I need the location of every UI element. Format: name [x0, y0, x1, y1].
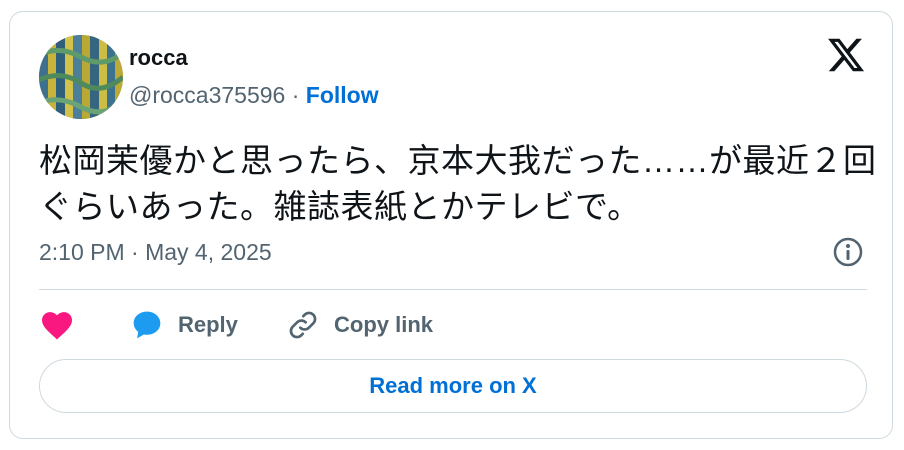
- author-handle-row: @rocca375596 · Follow: [129, 82, 379, 109]
- copy-link-label: Copy link: [334, 312, 434, 337]
- speech-bubble-icon: [133, 311, 161, 339]
- follow-button[interactable]: Follow: [306, 82, 379, 108]
- heart-icon: [42, 312, 72, 340]
- link-icon: [289, 311, 317, 339]
- avatar-image: [39, 35, 123, 119]
- tweet-card: rocca @rocca375596 · Follow 松岡茉優かと思ったら、京…: [9, 11, 893, 439]
- author-display-name[interactable]: rocca: [129, 45, 188, 71]
- like-button[interactable]: [40, 307, 74, 343]
- copy-link-button[interactable]: Copy link: [286, 307, 433, 343]
- x-logo-icon[interactable]: [825, 35, 867, 75]
- handle-separator: ·: [291, 82, 300, 108]
- author-handle[interactable]: @rocca375596: [129, 82, 285, 108]
- tweet-text: 松岡茉優かと思ったら、京本大我だった……が最近２回ぐらいあった。雑誌表紙とかテレ…: [39, 142, 877, 225]
- reply-button[interactable]: Reply: [130, 307, 238, 343]
- read-more-button[interactable]: Read more on X: [39, 359, 867, 413]
- info-icon[interactable]: [832, 236, 864, 268]
- tweet-timestamp[interactable]: 2:10 PM · May 4, 2025: [39, 239, 272, 266]
- reply-label: Reply: [178, 312, 238, 337]
- avatar[interactable]: [39, 35, 123, 119]
- divider: [39, 289, 867, 290]
